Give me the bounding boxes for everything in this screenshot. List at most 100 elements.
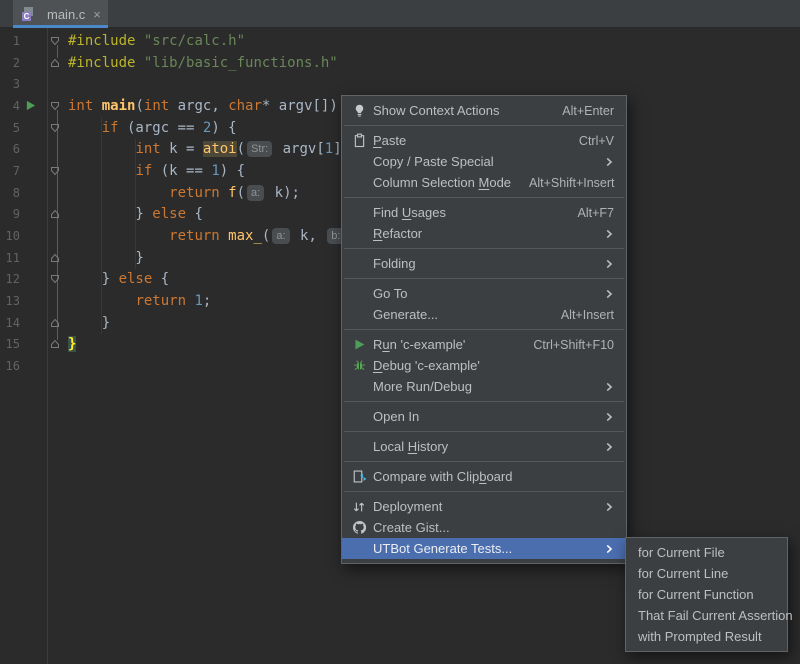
fold-down-icon[interactable] bbox=[41, 274, 68, 284]
menu-item-folding[interactable]: Folding bbox=[342, 253, 626, 274]
tab-close-icon[interactable]: × bbox=[93, 8, 101, 21]
code-token: ; bbox=[203, 293, 211, 309]
fold-up-icon[interactable] bbox=[41, 318, 68, 328]
code-token: { bbox=[186, 206, 203, 222]
menu-item-label: Open In bbox=[373, 409, 419, 424]
menu-item-paste[interactable]: PasteCtrl+V bbox=[342, 130, 626, 151]
menu-item-show-context-actions[interactable]: Show Context ActionsAlt+Enter bbox=[342, 100, 626, 121]
deployment-icon bbox=[351, 499, 367, 515]
code-token: 1 bbox=[194, 293, 202, 309]
code-text[interactable]: } bbox=[68, 250, 144, 266]
menu-item-refactor[interactable]: Refactor bbox=[342, 223, 626, 244]
fold-down-icon[interactable] bbox=[41, 166, 68, 176]
code-text[interactable]: return 1; bbox=[68, 293, 211, 309]
menu-item-create-gist[interactable]: Create Gist... bbox=[342, 517, 626, 538]
menu-item-deployment[interactable]: Deployment bbox=[342, 496, 626, 517]
menu-item-generate[interactable]: Generate...Alt+Insert bbox=[342, 304, 626, 325]
code-text[interactable]: } else { bbox=[68, 271, 169, 287]
code-token: max_ bbox=[228, 228, 262, 244]
code-token: "src/calc.h" bbox=[144, 33, 245, 49]
code-token: return bbox=[169, 228, 220, 244]
code-token bbox=[68, 293, 135, 309]
submenu-item-for-current-file[interactable]: for Current File bbox=[626, 542, 787, 563]
code-token: } bbox=[68, 271, 119, 287]
submenu-item-with-prompted-result[interactable]: with Prompted Result bbox=[626, 626, 787, 647]
menu-item-label: with Prompted Result bbox=[638, 629, 762, 644]
menu-item-shortcut: Ctrl+V bbox=[579, 134, 614, 148]
code-token: 1 bbox=[325, 141, 333, 157]
fold-up-icon[interactable] bbox=[41, 58, 68, 68]
line-number: 10 bbox=[0, 229, 20, 243]
code-text[interactable]: int k = atoi(Str: argv[1]); bbox=[68, 141, 358, 157]
submenu-item-for-current-function[interactable]: for Current Function bbox=[626, 584, 787, 605]
fold-up-icon[interactable] bbox=[41, 339, 68, 349]
menu-item-open-in[interactable]: Open In bbox=[342, 406, 626, 427]
inlay-hint: a: bbox=[247, 185, 264, 201]
menu-item-copy-paste-special[interactable]: Copy / Paste Special bbox=[342, 151, 626, 172]
fold-down-icon[interactable] bbox=[41, 101, 68, 111]
line-number: 13 bbox=[0, 294, 20, 308]
code-token bbox=[220, 185, 228, 201]
editor-context-menu: Show Context ActionsAlt+Enter PasteCtrl+V… bbox=[341, 95, 627, 564]
ide-window: C main.c × 1#include "src/calc.h"2#inclu… bbox=[0, 0, 800, 664]
tab-main-c[interactable]: C main.c × bbox=[13, 0, 108, 28]
code-token: #include bbox=[68, 55, 135, 71]
code-token: ( bbox=[135, 98, 143, 114]
menu-item-label: Refactor bbox=[373, 226, 422, 241]
menu-item-run-c-example[interactable]: Run 'c-example'Ctrl+Shift+F10 bbox=[342, 334, 626, 355]
fold-up-icon[interactable] bbox=[41, 209, 68, 219]
menu-item-debug-c-example[interactable]: Debug 'c-example' bbox=[342, 355, 626, 376]
code-text[interactable]: if (k == 1) { bbox=[68, 163, 245, 179]
code-text[interactable]: if (argc == 2) { bbox=[68, 120, 237, 136]
submenu-item-for-current-line[interactable]: for Current Line bbox=[626, 563, 787, 584]
code-text[interactable]: } else { bbox=[68, 206, 203, 222]
code-token: return bbox=[135, 293, 186, 309]
code-token: argc, bbox=[169, 98, 228, 114]
svg-text:C: C bbox=[24, 12, 30, 21]
menu-item-label: Column Selection Mode bbox=[373, 175, 511, 190]
menu-separator bbox=[344, 248, 624, 249]
menu-item-go-to[interactable]: Go To bbox=[342, 283, 626, 304]
menu-item-label: Debug 'c-example' bbox=[373, 358, 480, 373]
code-text[interactable]: #include "src/calc.h" bbox=[68, 33, 245, 49]
fold-up-icon[interactable] bbox=[41, 253, 68, 263]
submenu-item-that-fail-current-assertion[interactable]: That Fail Current Assertion bbox=[626, 605, 787, 626]
menu-icon-slot bbox=[351, 154, 367, 170]
menu-item-shortcut: Ctrl+Shift+F10 bbox=[533, 338, 614, 352]
github-icon bbox=[351, 520, 367, 536]
code-token: atoi bbox=[203, 141, 237, 157]
menu-item-column-selection-mode[interactable]: Column Selection ModeAlt+Shift+Insert bbox=[342, 172, 626, 193]
menu-item-more-run-debug[interactable]: More Run/Debug bbox=[342, 376, 626, 397]
code-text[interactable]: int main(int argc, char* argv[]) { bbox=[68, 98, 355, 114]
paste-icon bbox=[351, 133, 367, 149]
code-text[interactable]: } bbox=[68, 336, 76, 352]
menu-separator bbox=[344, 401, 624, 402]
code-token: } bbox=[68, 336, 76, 352]
code-text[interactable]: return f(a: k); bbox=[68, 185, 300, 201]
submenu-arrow-icon bbox=[605, 289, 614, 299]
menu-item-compare-with-clipboard[interactable]: Compare with Clipboard bbox=[342, 466, 626, 487]
code-text[interactable]: } bbox=[68, 315, 110, 331]
code-token bbox=[93, 98, 101, 114]
code-token: k); bbox=[266, 185, 300, 201]
code-token: f bbox=[228, 185, 236, 201]
menu-item-local-history[interactable]: Local History bbox=[342, 436, 626, 457]
compare-icon bbox=[351, 469, 367, 485]
submenu-arrow-icon bbox=[605, 544, 614, 554]
submenu-arrow-icon bbox=[605, 259, 614, 269]
fold-down-icon[interactable] bbox=[41, 123, 68, 133]
fold-down-icon[interactable] bbox=[41, 36, 68, 46]
code-token: main bbox=[102, 98, 136, 114]
run-line-icon[interactable] bbox=[20, 100, 41, 111]
c-file-icon: C bbox=[20, 6, 36, 22]
code-token bbox=[68, 163, 135, 179]
menu-item-utbot-generate-tests[interactable]: UTBot Generate Tests... bbox=[342, 538, 626, 559]
menu-item-label: Copy / Paste Special bbox=[373, 154, 494, 169]
menu-icon-slot bbox=[351, 256, 367, 272]
code-token: ( bbox=[237, 141, 245, 157]
code-text[interactable]: #include "lib/basic_functions.h" bbox=[68, 55, 338, 71]
menu-item-find-usages[interactable]: Find UsagesAlt+F7 bbox=[342, 202, 626, 223]
code-token: k = bbox=[161, 141, 203, 157]
code-text[interactable]: return max_(a: k, b: 2); bbox=[68, 228, 380, 244]
menu-icon-slot bbox=[351, 379, 367, 395]
